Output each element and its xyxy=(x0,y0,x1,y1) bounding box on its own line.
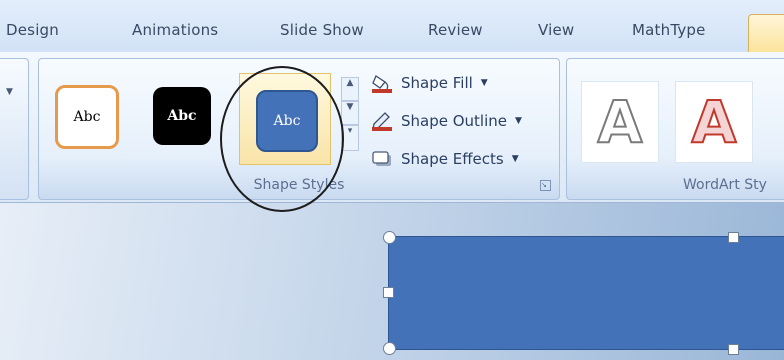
gallery-scroll-up-button[interactable]: ▲ xyxy=(341,77,359,101)
shape-outline-label: Shape Outline xyxy=(401,112,508,130)
shape-style-thumbnail-1[interactable]: Abc xyxy=(49,79,125,155)
shape-effects-icon xyxy=(371,149,393,169)
shape-effects-button[interactable]: Shape Effects ▼ xyxy=(371,149,519,169)
resize-handle-top-left[interactable] xyxy=(383,231,396,244)
tab-slide-show[interactable]: Slide Show xyxy=(280,21,364,39)
shape-style-thumbnail-2[interactable]: Abc xyxy=(145,79,221,155)
swatch: Abc xyxy=(55,85,119,149)
wordart-styles-group: A A WordArt Sty xyxy=(566,58,784,200)
dropdown-arrow-icon[interactable]: ▼ xyxy=(6,87,13,97)
resize-handle-bottom-left[interactable] xyxy=(383,342,396,355)
chevron-down-icon: ▼ xyxy=(480,78,488,88)
previous-group: ▼ xyxy=(0,58,29,200)
ribbon-tab-strip: Design Animations Slide Show Review View… xyxy=(0,0,784,53)
shape-effects-label: Shape Effects xyxy=(401,150,504,168)
swatch: Abc xyxy=(153,87,211,145)
tab-view[interactable]: View xyxy=(538,21,574,39)
tab-design[interactable]: Design xyxy=(6,21,59,39)
tab-mathtype[interactable]: MathType xyxy=(632,21,706,39)
shape-fill-label: Shape Fill xyxy=(401,74,473,92)
ribbon: ▼ Abc Abc Abc ▲ ▼ ▾ Shape Fill ▼ Shape O… xyxy=(0,52,784,203)
pencil-icon xyxy=(371,111,393,131)
highlight-circle-annotation xyxy=(220,66,344,212)
chevron-down-icon: ▼ xyxy=(511,154,519,164)
wordart-style-1[interactable]: A xyxy=(581,81,659,163)
dialog-launcher-icon[interactable]: ↘ xyxy=(540,180,551,191)
resize-handle-top-right[interactable] xyxy=(728,232,739,243)
wordart-style-2[interactable]: A xyxy=(675,81,753,163)
selected-rectangle-shape[interactable] xyxy=(388,236,784,350)
slide-canvas xyxy=(0,203,784,360)
shape-outline-button[interactable]: Shape Outline ▼ xyxy=(371,111,522,131)
resize-handle-bottom-right[interactable] xyxy=(728,344,739,355)
resize-handle-left[interactable] xyxy=(383,287,394,298)
gallery-scroll-down-button[interactable]: ▼ xyxy=(341,101,359,125)
shape-fill-button[interactable]: Shape Fill ▼ xyxy=(371,73,488,93)
wordart-letter: A xyxy=(597,87,644,157)
tab-review[interactable]: Review xyxy=(428,21,483,39)
group-label-wordart: WordArt Sty xyxy=(683,177,767,193)
tab-animations[interactable]: Animations xyxy=(132,21,218,39)
tab-format-active[interactable] xyxy=(748,14,784,53)
paint-bucket-icon xyxy=(371,73,393,93)
chevron-down-icon: ▼ xyxy=(515,116,522,126)
wordart-letter: A xyxy=(691,87,738,157)
